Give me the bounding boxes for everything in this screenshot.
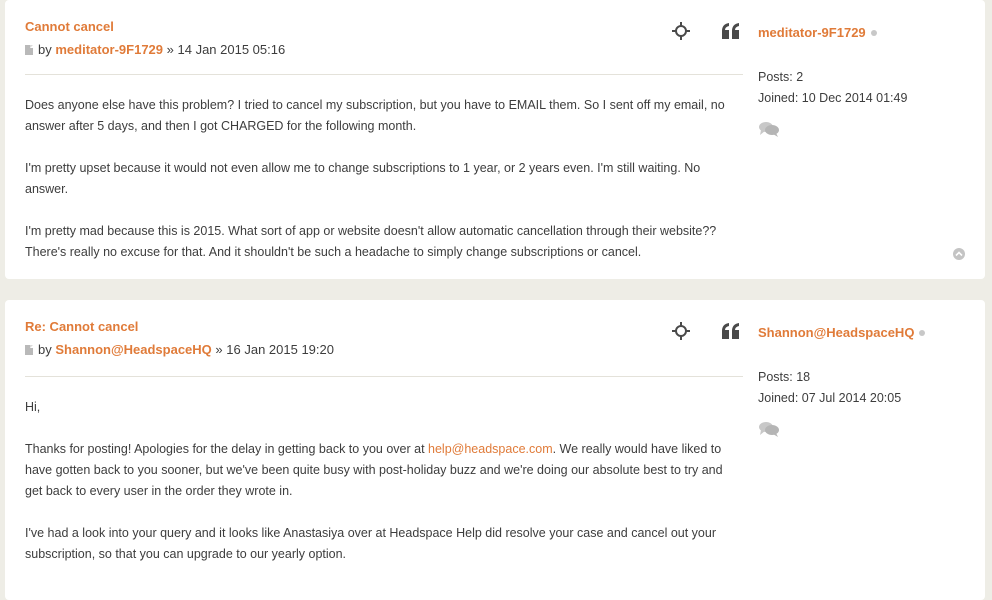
author-link[interactable]: meditator-9F1729 xyxy=(55,42,163,57)
author-link[interactable]: Shannon@HeadspaceHQ xyxy=(55,342,211,357)
post-date: 16 Jan 2015 19:20 xyxy=(226,342,334,357)
joined-label: Joined: xyxy=(758,391,799,405)
post-date: 14 Jan 2015 05:16 xyxy=(177,42,286,57)
post-separator xyxy=(25,376,743,377)
post-actions xyxy=(670,20,750,44)
profile-username[interactable]: meditator-9F1729 xyxy=(758,25,866,40)
posts-count[interactable]: 2 xyxy=(796,70,803,84)
profile-stats: Posts: 2 Joined: 10 Dec 2014 01:49 xyxy=(758,67,973,109)
post-paragraph: I'm pretty mad because this is 2015. Wha… xyxy=(25,224,717,259)
email-link[interactable]: help@headspace.com xyxy=(428,442,553,456)
by-label: by xyxy=(38,42,52,57)
offline-dot xyxy=(870,30,877,36)
arrow-up-circle-icon[interactable] xyxy=(953,248,965,260)
quote-icon[interactable] xyxy=(720,20,742,42)
profile-username[interactable]: Shannon@HeadspaceHQ xyxy=(758,325,914,340)
post-byline: by Shannon@HeadspaceHQ » 16 Jan 2015 19:… xyxy=(25,341,743,358)
post-title-link[interactable]: Re: Cannot cancel xyxy=(25,318,743,335)
post-card: Re: Cannot cancel by Shannon@HeadspaceHQ… xyxy=(5,300,985,600)
joined-date: 07 Jul 2014 20:05 xyxy=(801,391,902,405)
post-paragraph: Thanks for posting! Apologies for the de… xyxy=(25,439,743,502)
quote-icon[interactable] xyxy=(720,320,742,342)
offline-dot xyxy=(919,330,926,336)
date-separator: » xyxy=(166,42,174,57)
posts-label: Posts: xyxy=(758,370,793,384)
post-separator xyxy=(25,74,743,75)
post-paragraph: Does anyone else have this problem? I tr… xyxy=(25,98,725,133)
post-content: Does anyone else have this problem? I tr… xyxy=(25,95,743,284)
speech-bubbles-icon[interactable] xyxy=(758,121,780,137)
post-paragraph: I've had a look into your query and it l… xyxy=(25,526,716,561)
profile-stats: Posts: 18 Joined: 07 Jul 2014 20:05 xyxy=(758,367,973,409)
post-card: Cannot cancel by meditator-9F1729 » 14 J… xyxy=(5,0,985,279)
post-profile: Shannon@HeadspaceHQ Posts: 18 Joined: 07… xyxy=(758,324,973,437)
post-byline: by meditator-9F1729 » 14 Jan 2015 05:16 xyxy=(25,41,743,58)
post-profile: meditator-9F1729 Posts: 2 Joined: 10 Dec… xyxy=(758,24,973,137)
post-header: Cannot cancel by meditator-9F1729 » 14 J… xyxy=(25,18,743,58)
posts-count[interactable]: 18 xyxy=(796,370,810,384)
post-title-link[interactable]: Cannot cancel xyxy=(25,18,743,35)
post-paragraph: Hi, xyxy=(25,400,41,414)
speech-bubbles-icon[interactable] xyxy=(758,421,780,437)
crosshair-icon[interactable] xyxy=(670,320,692,342)
crosshair-icon[interactable] xyxy=(670,20,692,42)
paragraph-text: Thanks for posting! Apologies for the de… xyxy=(25,442,429,456)
posts-label: Posts: xyxy=(758,70,793,84)
joined-date: 10 Dec 2014 01:49 xyxy=(801,91,908,105)
document-icon xyxy=(25,345,33,355)
date-separator: » xyxy=(215,342,223,357)
joined-label: Joined: xyxy=(758,91,799,105)
post-header: Re: Cannot cancel by Shannon@HeadspaceHQ… xyxy=(25,318,743,358)
post-content: Hi, Thanks for posting! Apologies for th… xyxy=(25,397,743,586)
post-actions xyxy=(670,320,750,344)
by-label: by xyxy=(38,342,52,357)
document-icon xyxy=(25,45,33,55)
post-paragraph: I'm pretty upset because it would not ev… xyxy=(25,161,701,196)
